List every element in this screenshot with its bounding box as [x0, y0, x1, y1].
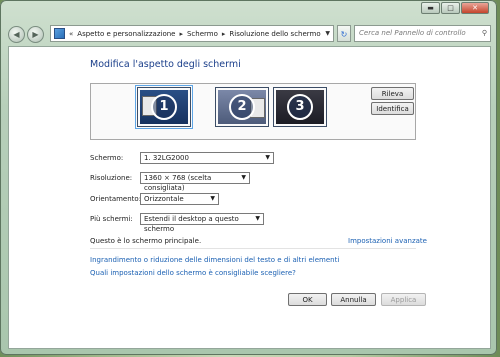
- monitor-layout: 1 2 3 Rileva Identifica: [90, 83, 416, 140]
- display-select[interactable]: 1. 32LG2000 ▼: [140, 152, 274, 164]
- back-button[interactable]: ◀: [8, 26, 25, 43]
- address-bar-row: ◀ ▶ « Aspetto e personalizzazione ▸ Sche…: [8, 24, 491, 44]
- multiple-displays-label: Più schermi:: [90, 215, 133, 223]
- maximize-button[interactable]: □: [441, 2, 460, 14]
- text-size-link[interactable]: Ingrandimento o riduzione delle dimensio…: [90, 256, 339, 264]
- monitor-2[interactable]: 2: [215, 87, 269, 127]
- chevron-right-icon: ▸: [179, 29, 183, 38]
- control-panel-icon: [54, 28, 65, 39]
- advanced-settings-link[interactable]: Impostazioni avanzate: [348, 237, 427, 245]
- display-label: Schermo:: [90, 154, 124, 162]
- apply-button[interactable]: Applica: [381, 293, 426, 306]
- breadcrumb-item[interactable]: Schermo: [187, 30, 218, 38]
- chevron-right-icon: ▸: [221, 29, 226, 38]
- chevron-down-icon: ▼: [241, 174, 246, 181]
- address-bar[interactable]: « Aspetto e personalizzazione ▸ Schermo …: [50, 25, 334, 42]
- search-input[interactable]: Cerca nel Pannello di controllo ⚲: [354, 25, 491, 42]
- chevron-down-icon: ▼: [210, 195, 215, 202]
- orientation-select[interactable]: Orizzontale ▼: [140, 193, 219, 205]
- resolution-value: 1360 × 768 (scelta consigliata): [144, 174, 212, 192]
- control-panel-window: ▬ □ ✕ ◀ ▶ « Aspetto e personalizzazione …: [0, 0, 497, 355]
- breadcrumb-separator-icon: «: [69, 29, 74, 38]
- breadcrumb-item[interactable]: Aspetto e personalizzazione: [77, 30, 175, 38]
- detect-button[interactable]: Rileva: [371, 87, 414, 100]
- monitor-number: 2: [229, 94, 255, 120]
- chevron-down-icon: ▼: [265, 154, 270, 161]
- resolution-label: Risoluzione:: [90, 174, 133, 182]
- orientation-value: Orizzontale: [144, 195, 184, 203]
- monitor-number: 1: [151, 94, 177, 120]
- monitor-number: 3: [287, 94, 313, 120]
- forward-button[interactable]: ▶: [27, 26, 44, 43]
- monitor-3[interactable]: 3: [273, 87, 327, 127]
- content-pane: Modifica l'aspetto degli schermi 1 2 3 R…: [8, 46, 491, 349]
- refresh-button[interactable]: ↻: [337, 25, 351, 42]
- orientation-label: Orientamento:: [90, 195, 142, 203]
- chevron-down-icon: ▼: [255, 215, 260, 222]
- display-value: 1. 32LG2000: [144, 154, 189, 162]
- multiple-displays-value: Estendi il desktop a questo schermo: [144, 215, 239, 233]
- minimize-button[interactable]: ▬: [421, 2, 440, 14]
- search-icon: ⚲: [481, 29, 487, 37]
- divider: [90, 248, 416, 249]
- search-placeholder: Cerca nel Pannello di controllo: [359, 29, 466, 37]
- display-settings-help-link[interactable]: Quali impostazioni dello schermo è consi…: [90, 269, 296, 277]
- identify-button[interactable]: Identifica: [371, 102, 414, 115]
- window-controls: ▬ □ ✕: [421, 2, 489, 14]
- refresh-icon: ↻: [340, 30, 348, 39]
- close-button[interactable]: ✕: [461, 2, 489, 14]
- page-title: Modifica l'aspetto degli schermi: [90, 59, 241, 70]
- cancel-button[interactable]: Annulla: [331, 293, 376, 306]
- multiple-displays-select[interactable]: Estendi il desktop a questo schermo ▼: [140, 213, 264, 233]
- monitor-1[interactable]: 1: [135, 85, 193, 129]
- breadcrumb-item[interactable]: Risoluzione dello schermo: [229, 30, 320, 38]
- chevron-down-icon[interactable]: ▼: [325, 30, 333, 37]
- ok-button[interactable]: OK: [288, 293, 327, 306]
- primary-display-text: Questo è lo schermo principale.: [90, 237, 202, 245]
- resolution-select[interactable]: 1360 × 768 (scelta consigliata) ▼: [140, 172, 250, 192]
